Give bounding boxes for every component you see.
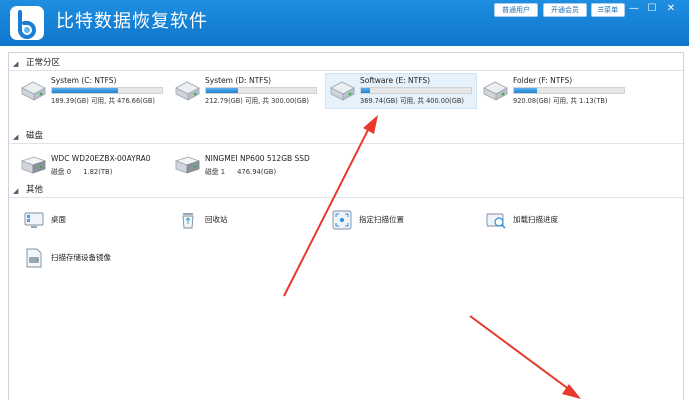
other-item-label: 扫描存储设备镜像: [51, 253, 111, 262]
other-item-label: 加载扫描进度: [513, 215, 558, 224]
section-partitions-label: 正常分区: [26, 58, 61, 68]
hard-drive-icon: [175, 81, 200, 101]
recycle-bin-icon: [182, 213, 194, 229]
disk-item-1[interactable]: NINGMEI NP600 512GB SSD 磁盘 1 476.94(GB): [171, 151, 331, 181]
minimize-icon[interactable]: —: [625, 2, 643, 16]
available-label: 可用: [399, 97, 414, 105]
partition-name: System (C: NTFS): [51, 76, 117, 85]
collapse-triangle-icon: ◢: [13, 187, 19, 195]
used-size: 369.74(GB): [360, 97, 398, 105]
physical-disk-icon: [20, 156, 47, 174]
section-disks-label: 磁盘: [26, 131, 44, 141]
available-label: 可用: [244, 97, 259, 105]
used-size: 189.39(GB): [51, 97, 89, 105]
scan-location-icon: [332, 210, 352, 230]
app-title: 比特数据恢复软件: [56, 11, 208, 32]
collapse-triangle-icon: ◢: [13, 60, 19, 68]
title-bar: 比特数据恢复软件 普通用户 开通会员 ☰菜单 — ☐ ✕: [0, 0, 689, 46]
used-size: 212.79(GB): [205, 97, 243, 105]
other-item-label: 指定扫描位置: [359, 215, 404, 224]
partition-name: System (D: NTFS): [205, 76, 272, 85]
hard-drive-icon: [330, 81, 355, 101]
total-size: 476.66(GB): [117, 97, 155, 105]
total-prefix: 共: [417, 97, 424, 105]
app-logo-icon: [10, 6, 44, 40]
normal-user-button[interactable]: 普通用户: [494, 3, 538, 17]
partition-item-e[interactable]: Software (E: NTFS) 369.74(GB) 可用, 共 400.…: [325, 73, 477, 109]
total-size: 1.13(TB): [579, 97, 608, 105]
total-prefix: 共: [108, 97, 115, 105]
disk-info: 磁盘 0 1.82(TB): [51, 168, 124, 177]
other-item-label: 桌面: [51, 215, 66, 224]
partition-name: Folder (F: NTFS): [513, 76, 573, 85]
usage-bar-fill: [52, 88, 118, 93]
other-item-scan-location[interactable]: 指定扫描位置: [329, 207, 479, 233]
hard-drive-icon: [483, 81, 508, 101]
section-disks[interactable]: ◢ 磁盘: [9, 130, 683, 144]
other-item-load-scan[interactable]: 加载扫描进度: [483, 207, 633, 233]
usage-bar-fill: [206, 88, 238, 93]
load-scan-icon: [486, 213, 506, 229]
partition-name: Software (E: NTFS): [360, 76, 431, 85]
partition-capacity: 920.08(GB) 可用, 共 1.13(TB): [513, 97, 608, 105]
disk-size: 476.94(GB): [237, 168, 277, 176]
used-size: 920.08(GB): [513, 97, 551, 105]
partition-item-c[interactable]: System (C: NTFS) 189.39(GB) 可用, 共 476.66…: [17, 74, 169, 110]
available-label: 可用: [552, 97, 567, 105]
collapse-triangle-icon: ◢: [13, 133, 19, 141]
open-membership-button[interactable]: 开通会员: [543, 3, 587, 17]
usage-bar: [513, 87, 625, 94]
usage-bar-fill: [361, 88, 370, 93]
partition-item-d[interactable]: System (D: NTFS) 212.79(GB) 可用, 共 300.00…: [171, 74, 323, 110]
total-size: 400.00(GB): [426, 97, 464, 105]
total-size: 300.00(GB): [271, 97, 309, 105]
disk-info: 磁盘 1 476.94(GB): [205, 168, 288, 177]
total-prefix: 共: [570, 97, 577, 105]
hard-drive-icon: [21, 81, 46, 101]
usage-bar: [360, 87, 472, 94]
section-other-label: 其他: [26, 185, 44, 195]
other-item-recycle-bin[interactable]: 回收站: [175, 207, 325, 233]
disk-index: 磁盘 0: [51, 168, 72, 176]
section-other[interactable]: ◢ 其他: [9, 184, 683, 198]
section-partitions[interactable]: ◢ 正常分区: [9, 57, 683, 71]
disk-name: NINGMEI NP600 512GB SSD: [205, 154, 310, 163]
disk-item-0[interactable]: WDC WD20EZBX-00AYRA0 磁盘 0 1.82(TB): [17, 151, 177, 181]
total-prefix: 共: [262, 97, 269, 105]
disk-size: 1.82(TB): [83, 168, 113, 176]
maximize-icon[interactable]: ☐: [643, 2, 661, 16]
other-item-desktop[interactable]: 桌面: [21, 207, 171, 233]
partition-item-f[interactable]: Folder (F: NTFS) 920.08(GB) 可用, 共 1.13(T…: [479, 74, 631, 110]
partition-capacity: 369.74(GB) 可用, 共 400.00(GB): [360, 97, 464, 105]
close-icon[interactable]: ✕: [662, 2, 680, 16]
disk-name: WDC WD20EZBX-00AYRA0: [51, 154, 151, 163]
menu-button[interactable]: ☰菜单: [591, 3, 625, 17]
available-label: 可用: [90, 97, 105, 105]
other-item-label: 回收站: [205, 215, 228, 224]
partition-capacity: 212.79(GB) 可用, 共 300.00(GB): [205, 97, 309, 105]
menu-label: 菜单: [604, 6, 619, 14]
other-item-disk-image[interactable]: 扫描存储设备镜像: [21, 245, 171, 271]
disk-image-icon: [26, 248, 42, 268]
usage-bar: [205, 87, 317, 94]
disk-index: 磁盘 1: [205, 168, 226, 176]
desktop-icon: [24, 212, 44, 228]
usage-bar: [51, 87, 163, 94]
main-panel: ◢ 正常分区 System (C: NTFS) 189.39(GB) 可用, 共…: [8, 52, 684, 400]
partition-capacity: 189.39(GB) 可用, 共 476.66(GB): [51, 97, 155, 105]
usage-bar-fill: [514, 88, 538, 93]
physical-disk-icon: [174, 156, 201, 174]
